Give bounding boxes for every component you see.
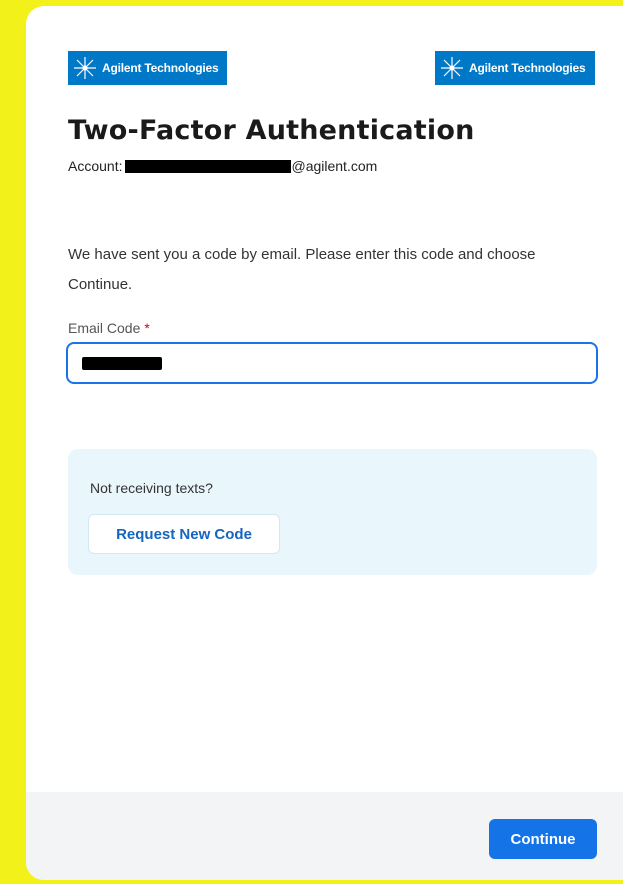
not-receiving-text: Not receiving texts? (90, 480, 213, 496)
page-title: Two-Factor Authentication (68, 115, 475, 146)
request-new-code-button[interactable]: Request New Code (88, 514, 280, 554)
auth-card: Agilent Technologies Agilent Technologie… (26, 6, 623, 880)
account-label: Account: (68, 158, 123, 174)
resend-help-box: Not receiving texts? Request New Code (68, 449, 597, 575)
email-code-input[interactable] (66, 342, 598, 384)
card-footer: Continue (26, 792, 623, 880)
redacted-code-value (82, 357, 162, 370)
account-email-suffix: @agilent.com (291, 158, 378, 174)
agilent-spark-icon (70, 53, 100, 83)
redacted-email-name (125, 159, 292, 173)
instructions-text: We have sent you a code by email. Please… (68, 246, 536, 293)
logo-text: Agilent Technologies (102, 61, 219, 75)
email-code-label-text: Email Code (68, 320, 141, 336)
agilent-spark-icon (437, 53, 467, 83)
agilent-logo-right: Agilent Technologies (435, 51, 595, 85)
logo-text: Agilent Technologies (469, 61, 586, 75)
required-marker: * (144, 320, 150, 336)
continue-button[interactable]: Continue (489, 819, 597, 859)
agilent-logo-left: Agilent Technologies (68, 51, 227, 85)
email-code-label: Email Code * (68, 320, 150, 336)
account-line: Account: @agilent.com (68, 158, 377, 174)
